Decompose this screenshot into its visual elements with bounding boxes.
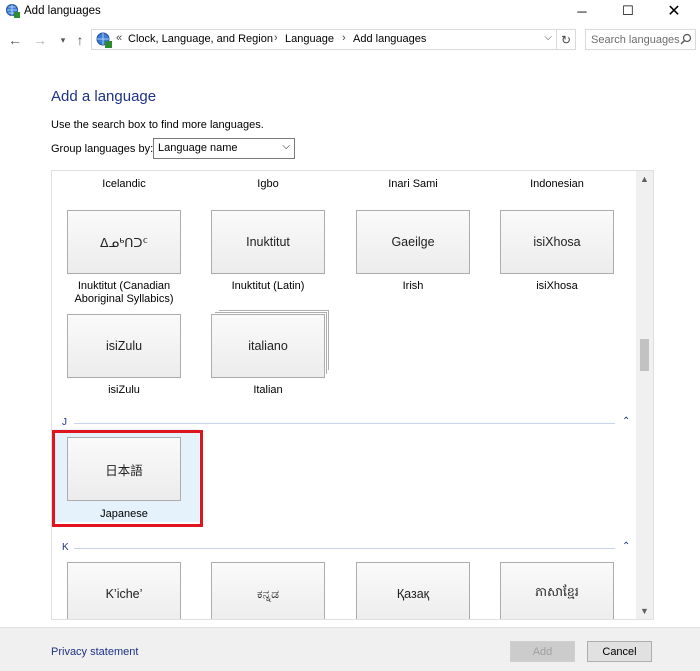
refresh-button[interactable]: ↻ <box>557 29 576 50</box>
highlight-box <box>52 430 203 527</box>
cancel-button[interactable]: Cancel <box>587 641 652 662</box>
search-input[interactable] <box>586 30 685 49</box>
maximize-icon: ☐ <box>622 3 634 18</box>
section-header-k: K <box>62 542 69 553</box>
group-by-label: Group languages by: <box>51 143 154 155</box>
address-overflow[interactable]: « <box>116 32 122 44</box>
minimize-icon: ─ <box>577 3 587 19</box>
language-tile-irish[interactable]: Gaeilge <box>356 210 470 274</box>
language-tile-inuktitut-latin[interactable]: Inuktitut <box>211 210 325 274</box>
scroll-down-arrow[interactable]: ▼ <box>636 603 653 619</box>
page-title: Add a language <box>51 88 157 105</box>
collapse-section-icon[interactable]: ⌃ <box>622 416 630 427</box>
language-tile-inuktitut-syllabics[interactable]: ᐃᓄᒃᑎᑐᑦ <box>67 210 181 274</box>
language-label: Inuktitut (Canadian Aboriginal Syllabics… <box>74 280 174 305</box>
language-tile-kannada[interactable]: ಕನ್ನಡ <box>211 562 325 619</box>
up-arrow-icon: ↑ <box>76 32 84 48</box>
close-icon: ✕ <box>667 3 681 20</box>
group-by-select[interactable]: Language name ⌵ <box>153 138 295 159</box>
chevron-down-icon[interactable]: ⌵ <box>544 32 552 43</box>
language-tile-khmer[interactable]: ភាសាខ្មែរ <box>500 562 614 619</box>
forward-arrow-icon: → <box>33 32 47 48</box>
maximize-button[interactable]: ☐ <box>605 0 651 22</box>
privacy-statement-link[interactable]: Privacy statement <box>51 646 138 658</box>
window-title: Add languages <box>24 5 101 17</box>
language-label[interactable]: Indonesian <box>500 178 614 190</box>
language-label: Italian <box>253 384 283 396</box>
up-button[interactable]: ↑ <box>71 32 89 48</box>
language-tile-isizulu[interactable]: isiZulu <box>67 314 181 378</box>
language-label: isiZulu <box>108 384 140 396</box>
chevron-right-icon[interactable]: › <box>274 32 278 44</box>
language-tile-kazakh[interactable]: Қазақ <box>356 562 470 619</box>
breadcrumb-clock-language-region[interactable]: Clock, Language, and Region <box>128 33 273 45</box>
search-icon[interactable] <box>680 33 692 45</box>
recent-locations-button[interactable]: ▾ <box>54 32 72 48</box>
language-label: Inuktitut (Latin) <box>231 280 305 292</box>
minimize-button[interactable]: ─ <box>559 0 605 22</box>
scrollbar-thumb[interactable] <box>640 339 649 371</box>
footer: Privacy statement Add Cancel <box>0 627 700 671</box>
forward-button[interactable]: → <box>31 32 49 48</box>
scroll-up-arrow[interactable]: ▲ <box>636 171 653 187</box>
language-label[interactable]: Icelandic <box>67 178 181 190</box>
language-tile-isixhosa[interactable]: isiXhosa <box>500 210 614 274</box>
title-bar: Add languages ─ ☐ ✕ <box>0 0 700 26</box>
section-header-j: J <box>62 417 67 428</box>
breadcrumb-add-languages[interactable]: Add languages <box>353 33 426 45</box>
language-label: isiXhosa <box>536 280 578 292</box>
collapse-section-icon[interactable]: ⌃ <box>622 541 630 552</box>
chevron-down-icon: ⌵ <box>282 141 290 152</box>
chevron-down-icon: ▾ <box>60 34 66 45</box>
instruction-text: Use the search box to find more language… <box>51 119 264 131</box>
language-tile-italian[interactable]: italiano <box>211 314 325 378</box>
control-panel-icon <box>96 32 112 48</box>
refresh-icon: ↻ <box>560 32 572 47</box>
vertical-scrollbar[interactable]: ▲ ▼ <box>636 171 653 619</box>
section-divider <box>74 548 615 549</box>
group-by-value: Language name <box>158 142 238 154</box>
breadcrumb-language[interactable]: Language <box>285 33 334 45</box>
add-button[interactable]: Add <box>510 641 575 662</box>
globe-icon <box>6 4 20 18</box>
back-arrow-icon: ← <box>8 32 22 48</box>
close-button[interactable]: ✕ <box>651 0 697 22</box>
back-button[interactable]: ← <box>6 32 24 48</box>
section-divider <box>74 423 615 424</box>
language-label: Irish <box>402 280 424 292</box>
language-label[interactable]: Igbo <box>211 178 325 190</box>
language-tile-kiche[interactable]: K’iche’ <box>67 562 181 619</box>
language-label[interactable]: Inari Sami <box>356 178 470 190</box>
address-bar[interactable]: « Clock, Language, and Region › Language… <box>91 29 557 50</box>
chevron-right-icon[interactable]: › <box>342 32 346 44</box>
language-list: Icelandic Igbo Inari Sami Indonesian ᐃᓄᒃ… <box>51 170 654 620</box>
search-box[interactable] <box>585 29 696 50</box>
